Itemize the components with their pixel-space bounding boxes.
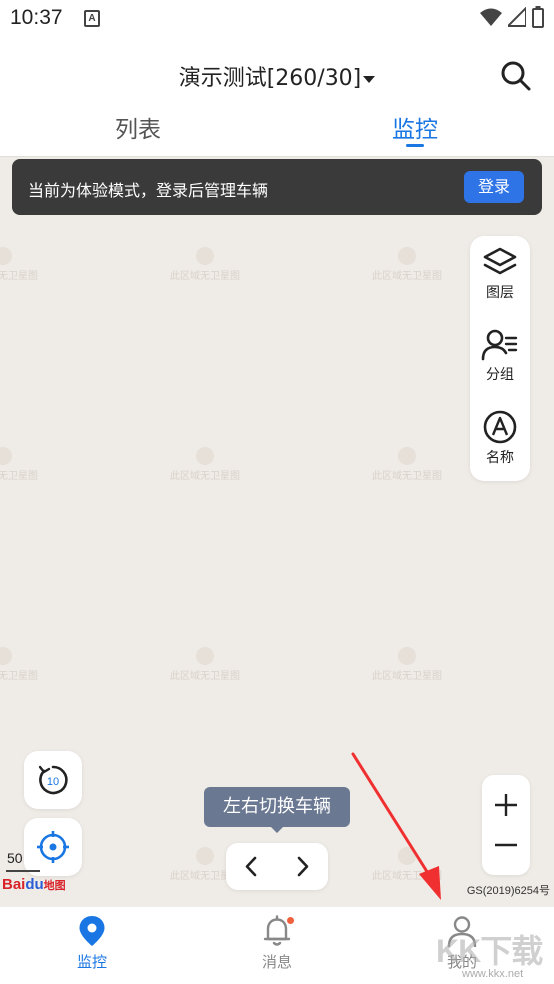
battery-icon <box>532 6 544 28</box>
globe-icon <box>196 647 214 665</box>
chevron-right-icon[interactable] <box>277 843 328 890</box>
map-watermark: 此区域无卫星图 <box>370 447 444 482</box>
tab-indicator <box>406 144 424 147</box>
name-label: 名称 <box>486 450 514 466</box>
group-button[interactable]: 分组 <box>470 328 530 384</box>
status-bar: 10:37 A <box>0 0 554 40</box>
login-button[interactable]: 登录 <box>464 171 524 203</box>
globe-icon <box>196 247 214 265</box>
caret-down-icon <box>363 75 376 83</box>
refresh-interval-value: 10 <box>47 776 59 788</box>
nav-messages-label: 消息 <box>261 953 292 971</box>
zoom-out-icon[interactable] <box>482 825 530 875</box>
red-annotation-arrow <box>351 752 441 900</box>
vehicle-switcher <box>226 843 328 890</box>
search-icon[interactable] <box>500 60 532 92</box>
location-pin-icon <box>79 916 105 946</box>
layers-label: 图层 <box>486 285 514 301</box>
nav-monitor[interactable]: 监控 <box>52 915 132 972</box>
tooltip-pointer <box>270 826 284 833</box>
globe-icon <box>196 847 214 865</box>
wifi-icon <box>480 8 502 26</box>
map-watermark: 此区域无卫星图 <box>168 447 242 482</box>
banner-text: 当前为体验模式，登录后管理车辆 <box>28 181 269 200</box>
globe-icon <box>398 647 416 665</box>
map-watermark: 此区域无卫星图 <box>168 247 242 282</box>
status-icons <box>480 6 544 28</box>
header: 演示测试[260/30] 列表 监控 <box>0 40 554 156</box>
map-watermark: 此区域无卫星图 <box>0 647 40 682</box>
status-time: 10:37 <box>10 6 63 29</box>
zoom-in-icon[interactable] <box>482 775 530 825</box>
site-watermark: KK下载 <box>436 933 543 969</box>
chevron-left-icon[interactable] <box>226 843 277 890</box>
globe-icon <box>0 247 12 265</box>
trial-mode-banner: 当前为体验模式，登录后管理车辆 登录 <box>12 159 542 215</box>
map-watermark: 此区域无卫星图 <box>370 247 444 282</box>
map-watermark: 此区域无卫星图 <box>168 647 242 682</box>
notification-a-icon: A <box>84 10 100 27</box>
name-button[interactable]: 名称 <box>470 409 530 467</box>
group-icon <box>481 329 518 361</box>
map-watermark: 此区域无卫星图 <box>0 247 40 282</box>
baidu-map-logo: Baidu地图 <box>2 876 66 893</box>
unread-badge <box>287 917 294 924</box>
nav-messages[interactable]: 消息 <box>237 915 317 972</box>
layers-icon <box>483 247 517 275</box>
name-icon <box>483 410 517 444</box>
page-title: 演示测试[260/30] <box>178 66 362 91</box>
globe-icon <box>196 447 214 465</box>
tab-monitor[interactable]: 监控 <box>392 110 438 144</box>
globe-icon <box>398 447 416 465</box>
refresh-interval-button[interactable]: 10 <box>24 751 82 809</box>
signal-icon <box>508 7 526 27</box>
layers-button[interactable]: 图层 <box>470 246 530 302</box>
zoom-controls <box>482 775 530 875</box>
globe-icon <box>0 447 12 465</box>
crosshair-icon <box>37 831 69 863</box>
globe-icon <box>398 247 416 265</box>
map-copyright: GS(2019)6254号 <box>466 885 550 897</box>
locate-button[interactable] <box>24 818 82 876</box>
map-watermark: 此区域无卫星图 <box>370 647 444 682</box>
fleet-selector[interactable]: 演示测试[260/30] <box>0 60 554 92</box>
refresh-icon: 10 <box>38 765 68 795</box>
map-tools-panel: 图层 分组 名称 <box>470 236 530 481</box>
map-watermark: 此区域无卫星图 <box>0 447 40 482</box>
map-scale-value: 50 <box>7 850 23 866</box>
nav-monitor-label: 监控 <box>76 953 107 971</box>
switch-vehicle-tooltip: 左右切换车辆 <box>204 787 350 827</box>
site-watermark-url: www.kkx.net <box>462 968 524 980</box>
map-scale-bar <box>6 870 40 872</box>
tab-list[interactable]: 列表 <box>115 110 161 144</box>
group-label: 分组 <box>486 367 514 383</box>
globe-icon <box>0 647 12 665</box>
